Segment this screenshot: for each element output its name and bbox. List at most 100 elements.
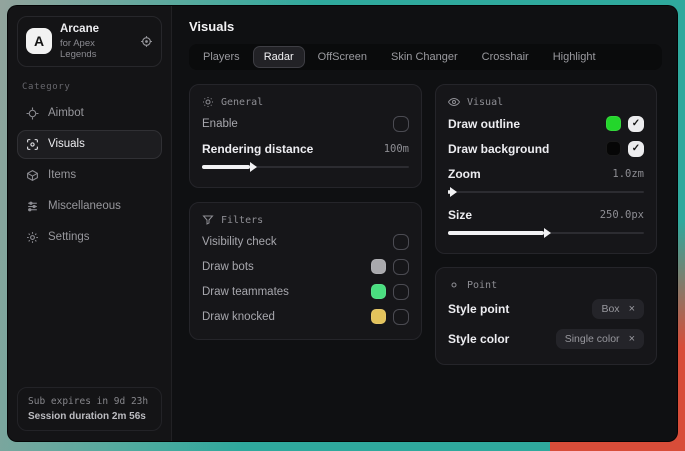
panels-grid: General Enable Rendering distance 100m [189, 84, 662, 365]
size-slider[interactable] [448, 228, 644, 238]
main-content: Visuals Players Radar OffScreen Skin Cha… [172, 6, 677, 441]
close-icon[interactable]: × [629, 304, 635, 315]
page-title: Visuals [189, 19, 662, 34]
draw-outline-checkbox[interactable]: ✓ [628, 116, 644, 132]
rendering-distance-label: Rendering distance [202, 142, 313, 156]
visibility-check-label: Visibility check [202, 236, 277, 248]
sliders-icon [26, 200, 39, 213]
size-row: Size 250.0px [448, 202, 644, 227]
draw-knocked-row: Draw knocked [202, 304, 409, 329]
rendering-distance-value: 100m [384, 143, 409, 155]
crosshair-icon [26, 107, 39, 120]
slider-track [448, 191, 644, 193]
style-color-label: Style color [448, 332, 509, 346]
session-duration-text: Session duration 2m 56s [28, 411, 151, 422]
dot-icon [448, 279, 460, 291]
eye-icon [448, 96, 460, 108]
style-color-tag-text: Single color [565, 333, 620, 345]
draw-teammates-checkbox[interactable] [393, 284, 409, 300]
tab-crosshair[interactable]: Crosshair [471, 46, 540, 68]
sidebar-item-aimbot[interactable]: Aimbot [17, 99, 162, 128]
enable-row: Enable [202, 111, 409, 136]
rendering-distance-row: Rendering distance 100m [202, 136, 409, 161]
sidebar-item-label: Visuals [48, 138, 85, 150]
panel-title: Visual [467, 97, 503, 108]
draw-background-checkbox[interactable]: ✓ [628, 141, 644, 157]
sidebar-item-label: Aimbot [48, 107, 84, 119]
size-value: 250.0px [600, 209, 644, 221]
app-window: A Arcane for Apex Legends Category [7, 5, 678, 442]
sun-icon [202, 96, 214, 108]
scan-eye-icon [26, 138, 39, 151]
tab-offscreen[interactable]: OffScreen [307, 46, 378, 68]
box-icon [26, 169, 39, 182]
sidebar: A Arcane for Apex Legends Category [8, 6, 172, 441]
style-point-label: Style point [448, 302, 509, 316]
tab-players[interactable]: Players [192, 46, 251, 68]
general-panel: General Enable Rendering distance 100m [189, 84, 422, 188]
app-logo: A [26, 28, 52, 54]
draw-knocked-checkbox[interactable] [393, 309, 409, 325]
draw-bots-label: Draw bots [202, 261, 254, 273]
sidebar-item-label: Items [48, 169, 76, 181]
zoom-slider[interactable] [448, 187, 644, 197]
filters-panel: Filters Visibility check Draw bots [189, 202, 422, 340]
draw-teammates-row: Draw teammates [202, 279, 409, 304]
close-icon[interactable]: × [629, 334, 635, 345]
sidebar-item-miscellaneous[interactable]: Miscellaneous [17, 192, 162, 221]
app-header-card: A Arcane for Apex Legends [17, 16, 162, 67]
draw-background-row: Draw background ✓ [448, 136, 644, 161]
enable-label: Enable [202, 118, 238, 130]
slider-thumb[interactable] [202, 165, 250, 169]
tab-skin-changer[interactable]: Skin Changer [380, 46, 469, 68]
style-point-tag[interactable]: Box × [592, 299, 644, 319]
enable-checkbox[interactable] [393, 116, 409, 132]
target-icon[interactable] [140, 35, 153, 48]
rendering-distance-slider[interactable] [202, 162, 409, 172]
slider-thumb[interactable] [448, 190, 450, 194]
panel-title: General [221, 97, 263, 108]
app-name: Arcane [60, 23, 132, 36]
draw-bots-checkbox[interactable] [393, 259, 409, 275]
draw-outline-row: Draw outline ✓ [448, 111, 644, 136]
draw-bots-row: Draw bots [202, 254, 409, 279]
draw-bots-color-swatch[interactable] [371, 259, 386, 274]
draw-outline-color-swatch[interactable] [606, 116, 621, 131]
draw-background-label: Draw background [448, 142, 549, 156]
visual-panel: Visual Draw outline ✓ Draw background [435, 84, 657, 254]
gear-icon [26, 231, 39, 244]
draw-background-color-swatch[interactable] [606, 141, 621, 156]
sidebar-item-settings[interactable]: Settings [17, 223, 162, 252]
tab-radar[interactable]: Radar [253, 46, 305, 68]
sidebar-item-visuals[interactable]: Visuals [17, 130, 162, 159]
sidebar-item-items[interactable]: Items [17, 161, 162, 190]
funnel-icon [202, 214, 214, 226]
tab-highlight[interactable]: Highlight [542, 46, 607, 68]
sidebar-item-label: Settings [48, 231, 90, 243]
sidebar-category-label: Category [22, 82, 157, 92]
draw-teammates-color-swatch[interactable] [371, 284, 386, 299]
draw-outline-label: Draw outline [448, 117, 520, 131]
slider-thumb[interactable] [448, 231, 544, 235]
visibility-check-row: Visibility check [202, 229, 409, 254]
style-point-tag-text: Box [601, 303, 619, 315]
draw-teammates-label: Draw teammates [202, 286, 289, 298]
zoom-row: Zoom 1.0zm [448, 161, 644, 186]
panel-title: Point [467, 280, 497, 291]
sidebar-item-label: Miscellaneous [48, 200, 121, 212]
tab-bar: Players Radar OffScreen Skin Changer Cro… [189, 44, 662, 70]
app-subtitle: for Apex Legends [60, 38, 132, 60]
style-color-row: Style color Single color × [448, 324, 644, 354]
zoom-label: Zoom [448, 167, 481, 181]
draw-knocked-label: Draw knocked [202, 311, 275, 323]
zoom-value: 1.0zm [612, 168, 644, 180]
point-panel: Point Style point Box × Style color Sing… [435, 267, 657, 365]
draw-knocked-color-swatch[interactable] [371, 309, 386, 324]
size-label: Size [448, 208, 472, 222]
style-color-tag[interactable]: Single color × [556, 329, 644, 349]
style-point-row: Style point Box × [448, 294, 644, 324]
panel-title: Filters [221, 215, 263, 226]
sub-expiry-text: Sub expires in 9d 23h [28, 396, 151, 407]
visibility-check-checkbox[interactable] [393, 234, 409, 250]
subscription-info-card: Sub expires in 9d 23h Session duration 2… [17, 387, 162, 431]
